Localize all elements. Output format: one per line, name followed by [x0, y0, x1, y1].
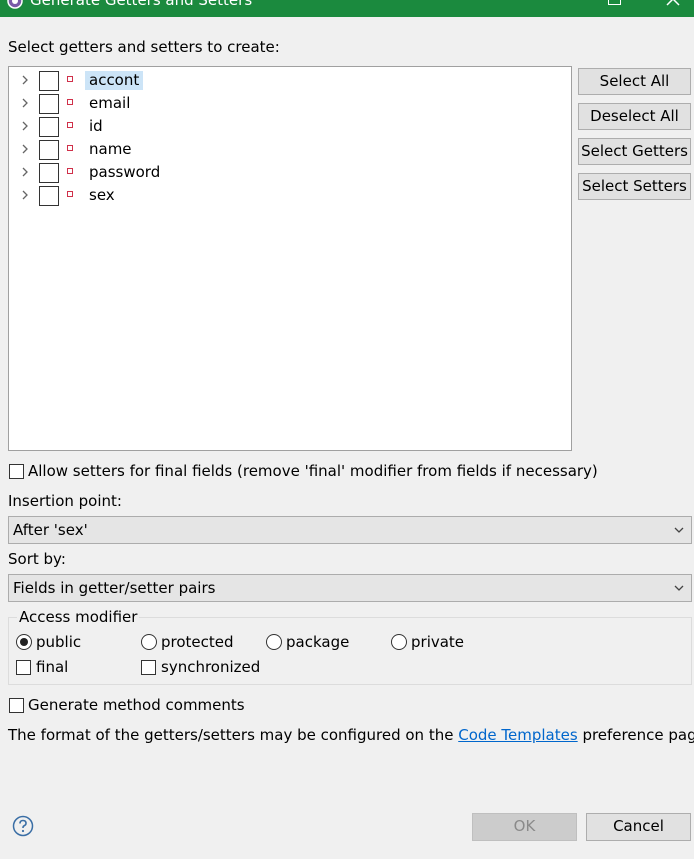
protected-radio[interactable] [141, 634, 157, 650]
field-icon [67, 191, 73, 197]
templates-info-after: preference page. [582, 726, 694, 744]
code-templates-link[interactable]: Code Templates [458, 726, 577, 744]
chevron-down-icon [674, 585, 684, 591]
field-name: sex [89, 186, 115, 204]
chevron-right-icon[interactable] [19, 120, 31, 132]
select-setters-button[interactable]: Select Setters [578, 173, 691, 200]
chevron-right-icon[interactable] [19, 166, 31, 178]
deselect-all-button[interactable]: Deselect All [578, 103, 691, 130]
field-name: name [89, 140, 132, 158]
select-getters-button[interactable]: Select Getters [578, 138, 691, 165]
package-label: package [286, 633, 350, 651]
package-radio[interactable] [266, 634, 282, 650]
field-name: password [89, 163, 161, 181]
final-label: final [36, 658, 69, 676]
generate-comments-label: Generate method comments [28, 696, 245, 714]
field-icon [67, 168, 73, 174]
field-checkbox[interactable] [39, 186, 59, 206]
title-bar: Generate Getters and Setters [0, 0, 694, 17]
field-name: id [89, 117, 103, 135]
tree-item[interactable]: sex [9, 184, 571, 206]
public-radio[interactable] [16, 634, 32, 650]
field-checkbox[interactable] [39, 163, 59, 183]
generate-comments-checkbox[interactable] [9, 698, 24, 713]
window-title: Generate Getters and Setters [30, 0, 253, 9]
templates-info-text: The format of the getters/setters may be… [8, 726, 694, 744]
close-icon[interactable] [664, 0, 682, 8]
tree-item[interactable]: name [9, 138, 571, 160]
field-icon [67, 122, 73, 128]
field-checkbox[interactable] [39, 94, 59, 114]
tree-item[interactable]: accont [9, 69, 571, 91]
sort-by-label: Sort by: [8, 550, 66, 568]
instruction-label: Select getters and setters to create: [8, 38, 280, 56]
synchronized-checkbox[interactable] [141, 660, 156, 675]
access-modifier-group [8, 617, 692, 685]
public-label: public [36, 633, 82, 651]
field-icon [67, 145, 73, 151]
private-radio[interactable] [391, 634, 407, 650]
field-name: accont [85, 71, 144, 90]
tree-item[interactable]: id [9, 115, 571, 137]
gear-icon [7, 0, 23, 9]
allow-setters-label: Allow setters for final fields (remove '… [28, 462, 598, 480]
final-checkbox[interactable] [16, 660, 31, 675]
field-icon [67, 76, 73, 82]
select-all-button[interactable]: Select All [578, 68, 691, 95]
fields-tree[interactable]: accont email id name password sex [8, 66, 572, 451]
ok-button[interactable]: OK [472, 813, 577, 841]
templates-info-before: The format of the getters/setters may be… [8, 726, 459, 744]
insertion-point-select[interactable]: After 'sex' [8, 516, 692, 544]
chevron-right-icon[interactable] [19, 74, 31, 86]
chevron-right-icon[interactable] [19, 97, 31, 109]
maximize-icon[interactable] [608, 0, 621, 5]
tree-item[interactable]: password [9, 161, 571, 183]
help-icon[interactable] [12, 815, 34, 837]
protected-label: protected [161, 633, 234, 651]
field-name: email [89, 94, 131, 112]
sort-by-select[interactable]: Fields in getter/setter pairs [8, 574, 692, 602]
chevron-down-icon [674, 527, 684, 533]
insertion-point-value: After 'sex' [13, 521, 88, 539]
tree-item[interactable]: email [9, 92, 571, 114]
chevron-right-icon[interactable] [19, 189, 31, 201]
allow-setters-checkbox[interactable] [9, 464, 24, 479]
field-checkbox[interactable] [39, 117, 59, 137]
cancel-button[interactable]: Cancel [586, 813, 691, 841]
field-checkbox[interactable] [39, 140, 59, 160]
chevron-right-icon[interactable] [19, 143, 31, 155]
synchronized-label: synchronized [161, 658, 261, 676]
field-icon [67, 99, 73, 105]
insertion-point-label: Insertion point: [8, 492, 122, 510]
field-checkbox[interactable] [39, 71, 59, 91]
private-label: private [411, 633, 465, 651]
access-modifier-title: Access modifier [17, 608, 140, 626]
sort-by-value: Fields in getter/setter pairs [13, 579, 216, 597]
